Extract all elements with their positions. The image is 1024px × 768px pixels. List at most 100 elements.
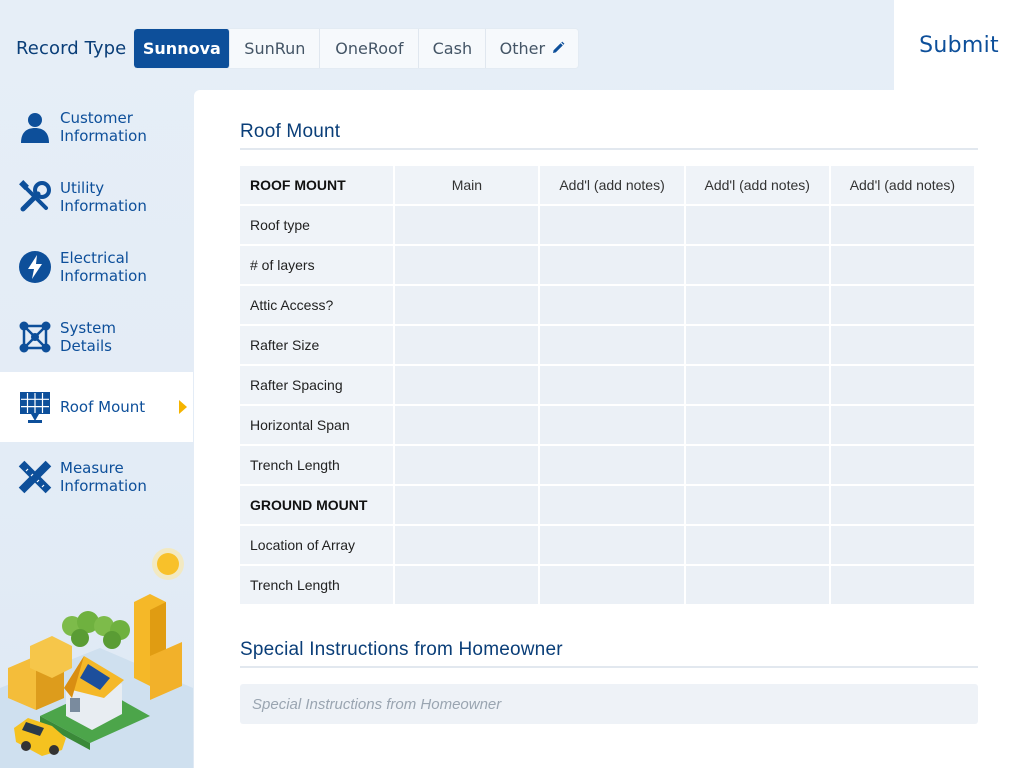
table-input-cell[interactable] <box>830 446 974 484</box>
record-type-other-label: Other <box>499 38 546 58</box>
table-input-cell[interactable] <box>395 326 539 364</box>
sidebar-item-customer-information[interactable]: Customer Information <box>0 92 193 162</box>
row-label: Trench Length <box>240 446 394 484</box>
table-header-row: ROOF MOUNT Main Add'l (add notes) Add'l … <box>240 166 974 204</box>
sidebar-item-label: Measure Information <box>60 459 147 495</box>
pencil-icon <box>553 41 565 53</box>
table-row: Trench Length <box>240 446 974 484</box>
table-input-cell[interactable] <box>395 366 539 404</box>
row-label: GROUND MOUNT <box>240 486 394 524</box>
sidebar-item-label: Electrical Information <box>60 249 147 285</box>
table-input-cell[interactable] <box>830 526 974 564</box>
table-input-cell[interactable] <box>830 286 974 324</box>
sidebar-item-label: Roof Mount <box>60 398 146 416</box>
table-input-cell[interactable] <box>685 326 829 364</box>
table-input-cell[interactable] <box>540 566 684 604</box>
table-row: GROUND MOUNT <box>240 486 974 524</box>
table-row: Horizontal Span <box>240 406 974 444</box>
table-input-cell[interactable] <box>395 446 539 484</box>
network-icon <box>19 321 51 353</box>
table-input-cell[interactable] <box>395 486 539 524</box>
record-type-sunrun-label: SunRun <box>244 38 306 58</box>
record-type-bar: Record Type Sunnova SunRun OneRoof Cash … <box>16 28 579 68</box>
table-input-cell[interactable] <box>540 206 684 244</box>
table-input-cell[interactable] <box>830 366 974 404</box>
sun-icon <box>152 548 184 580</box>
table-row: # of layers <box>240 246 974 284</box>
table-input-cell[interactable] <box>540 446 684 484</box>
table-input-cell[interactable] <box>830 206 974 244</box>
record-type-label: Record Type <box>16 37 127 59</box>
submit-button[interactable]: Submit <box>894 0 1024 90</box>
table-input-cell[interactable] <box>540 326 684 364</box>
record-type-cash-label: Cash <box>432 38 473 58</box>
table-input-cell[interactable] <box>685 526 829 564</box>
sidebar-item-system-details[interactable]: System Details <box>0 302 193 372</box>
tools-icon <box>19 180 51 212</box>
row-label: Trench Length <box>240 566 394 604</box>
record-type-sunnova[interactable]: Sunnova <box>134 28 231 68</box>
section-divider <box>240 666 978 668</box>
table-header-cell: Add'l (add notes) <box>540 166 684 204</box>
table-header-cell: Add'l (add notes) <box>830 166 974 204</box>
table-row: Rafter Size <box>240 326 974 364</box>
person-icon <box>21 113 49 143</box>
record-type-sunnova-label: Sunnova <box>142 38 221 58</box>
table-input-cell[interactable] <box>830 486 974 524</box>
section-title-special-instructions: Special Instructions from Homeowner <box>240 639 563 660</box>
table-input-cell[interactable] <box>685 446 829 484</box>
record-type-oneroof-label: OneRoof <box>335 38 404 58</box>
special-instructions-input[interactable] <box>240 684 978 724</box>
record-type-other[interactable]: Other <box>486 28 579 68</box>
table-input-cell[interactable] <box>830 406 974 444</box>
record-type-cash[interactable]: Cash <box>419 28 487 68</box>
table-row: Rafter Spacing <box>240 366 974 404</box>
table-row: Roof type <box>240 206 974 244</box>
table-header-cell: Main <box>395 166 539 204</box>
section-divider <box>240 148 978 150</box>
table-header-cell: ROOF MOUNT <box>240 166 394 204</box>
roof-mount-table: ROOF MOUNT Main Add'l (add notes) Add'l … <box>238 164 976 606</box>
sidebar-item-label: System Details <box>60 319 116 355</box>
ruler-pencil-icon <box>18 460 52 494</box>
record-type-sunrun[interactable]: SunRun <box>230 28 321 68</box>
table-input-cell[interactable] <box>540 366 684 404</box>
sidebar-item-utility-information[interactable]: Utility Information <box>0 162 193 232</box>
row-label: # of layers <box>240 246 394 284</box>
table-input-cell[interactable] <box>685 206 829 244</box>
table-input-cell[interactable] <box>540 246 684 284</box>
table-input-cell[interactable] <box>540 486 684 524</box>
table-input-cell[interactable] <box>685 406 829 444</box>
table-input-cell[interactable] <box>540 526 684 564</box>
table-input-cell[interactable] <box>395 246 539 284</box>
table-input-cell[interactable] <box>540 406 684 444</box>
table-input-cell[interactable] <box>830 326 974 364</box>
table-input-cell[interactable] <box>395 406 539 444</box>
table-input-cell[interactable] <box>685 566 829 604</box>
table-input-cell[interactable] <box>395 566 539 604</box>
table-input-cell[interactable] <box>685 246 829 284</box>
table-input-cell[interactable] <box>830 246 974 284</box>
table-input-cell[interactable] <box>395 286 539 324</box>
row-label: Attic Access? <box>240 286 394 324</box>
table-row: Attic Access? <box>240 286 974 324</box>
table-input-cell[interactable] <box>685 486 829 524</box>
section-title-roof-mount: Roof Mount <box>240 121 341 142</box>
table-input-cell[interactable] <box>685 366 829 404</box>
row-label: Roof type <box>240 206 394 244</box>
row-label: Location of Array <box>240 526 394 564</box>
active-indicator-arrow <box>179 400 187 414</box>
table-input-cell[interactable] <box>395 526 539 564</box>
record-type-oneroof[interactable]: OneRoof <box>320 28 420 68</box>
sidebar: Customer Information Utility Information… <box>0 92 193 512</box>
sidebar-item-electrical-information[interactable]: Electrical Information <box>0 232 193 302</box>
table-input-cell[interactable] <box>540 286 684 324</box>
row-label: Horizontal Span <box>240 406 394 444</box>
table-input-cell[interactable] <box>395 206 539 244</box>
table-input-cell[interactable] <box>685 286 829 324</box>
table-input-cell[interactable] <box>830 566 974 604</box>
table-row: Trench Length <box>240 566 974 604</box>
city-solar-illustration <box>0 548 193 768</box>
sidebar-item-measure-information[interactable]: Measure Information <box>0 442 193 512</box>
sidebar-item-roof-mount[interactable]: Roof Mount <box>0 372 193 442</box>
